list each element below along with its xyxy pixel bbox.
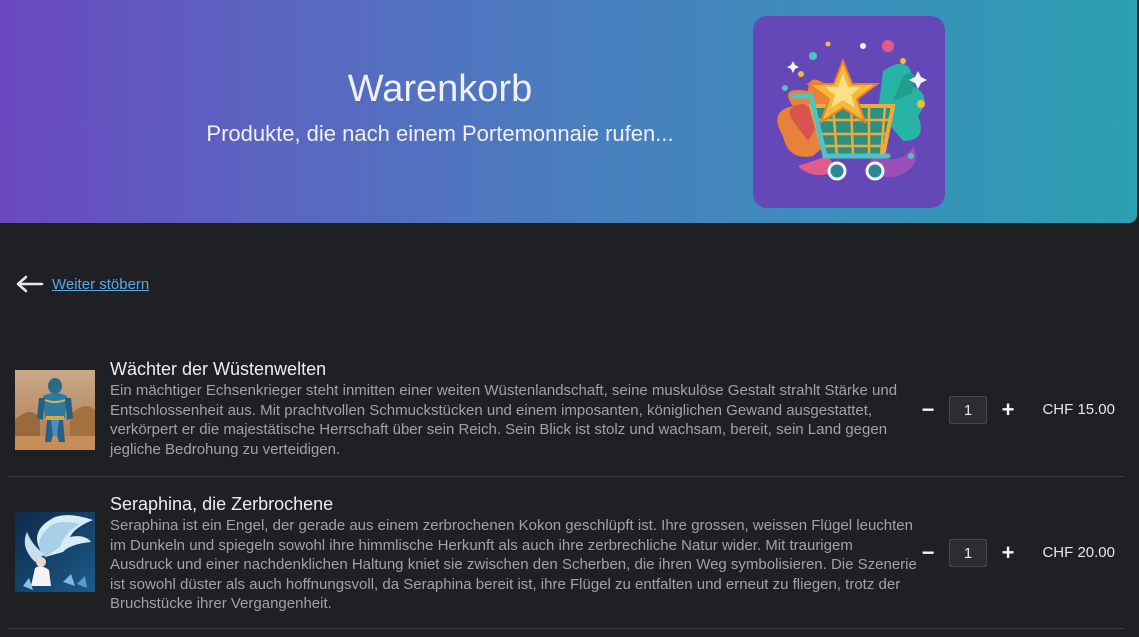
quantity-stepper: − + [918,396,1028,424]
increase-quantity-button[interactable]: + [1000,396,1016,424]
item-text: Wächter der Wüstenwelten Ein mächtiger E… [110,358,918,459]
decrease-quantity-button[interactable]: − [920,396,936,424]
decrease-quantity-button[interactable]: − [920,539,936,567]
cart-item: Wächter der Wüstenwelten Ein mächtiger E… [8,352,1124,477]
arrow-left-icon [16,275,44,293]
cart-list: Wächter der Wüstenwelten Ein mächtiger E… [8,352,1124,629]
increase-quantity-button[interactable]: + [1000,539,1016,567]
continue-shopping-label: Weiter stöbern [52,275,150,293]
item-text: Seraphina, die Zerbrochene Seraphina ist… [110,493,918,614]
continue-shopping-link[interactable]: Weiter stöbern [14,274,149,294]
quantity-input[interactable] [949,396,987,424]
product-thumbnail[interactable] [15,512,95,592]
shopping-cart-star-icon [777,40,927,181]
item-title: Wächter der Wüstenwelten [110,359,327,379]
quantity-input[interactable] [949,539,987,567]
header-banner: Warenkorb Produkte, die nach einem Porte… [0,0,1137,223]
header-text: Warenkorb Produkte, die nach einem Porte… [170,64,710,148]
quantity-stepper: − + [918,539,1028,567]
page-title: Warenkorb [347,68,533,110]
page-subtitle: Produkte, die nach einem Portemonnaie ru… [206,121,674,146]
product-thumbnail[interactable] [15,370,95,450]
item-price: CHF 15.00 [1042,401,1115,418]
cart-item: Seraphina, die Zerbrochene Seraphina ist… [8,477,1124,629]
shopping-cart-star-logo [753,16,945,208]
item-price: CHF 20.00 [1042,544,1115,561]
item-description: Seraphina ist ein Engel, der gerade aus … [110,517,917,612]
item-description: Ein mächtiger Echsenkrieger steht inmitt… [110,382,898,458]
item-title: Seraphina, die Zerbrochene [110,494,334,514]
